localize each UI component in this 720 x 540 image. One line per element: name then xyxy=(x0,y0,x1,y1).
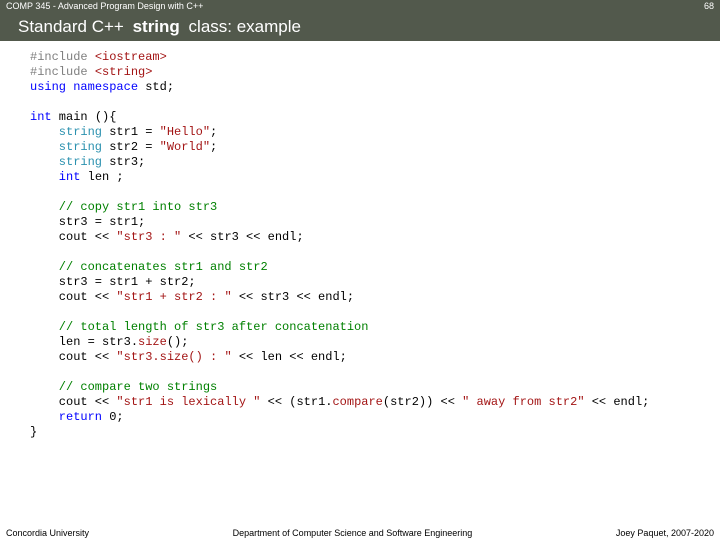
code-token: int xyxy=(30,170,80,184)
code-comment: // copy str1 into str3 xyxy=(30,200,217,214)
code-token: " away from str2" xyxy=(462,395,584,409)
code-token: len = str3. xyxy=(30,335,138,349)
footer: Concordia University Department of Compu… xyxy=(0,525,720,540)
code-token: size xyxy=(138,335,167,349)
code-token: "str3.size() : " xyxy=(116,350,231,364)
code-token: compare xyxy=(332,395,382,409)
code-token: 0; xyxy=(102,410,124,424)
code-token: namespace xyxy=(66,80,138,94)
code-token: str3 = str1 + str2; xyxy=(30,275,196,289)
title-pre: Standard C++ xyxy=(18,17,129,36)
code-token: cout << xyxy=(30,395,116,409)
footer-left: Concordia University xyxy=(6,528,89,538)
code-token: using xyxy=(30,80,66,94)
code-token: return xyxy=(30,410,102,424)
course-title: COMP 345 - Advanced Program Design with … xyxy=(6,0,203,13)
code-token: "Hello" xyxy=(160,125,210,139)
code-token: } xyxy=(30,425,37,439)
code-token: (); xyxy=(167,335,189,349)
code-token: cout << xyxy=(30,290,116,304)
code-token: << len << endl; xyxy=(232,350,347,364)
code-token: str3 = str1; xyxy=(30,215,145,229)
code-token: str2 = xyxy=(102,140,160,154)
code-token: "World" xyxy=(160,140,210,154)
code-token: "str1 is lexically " xyxy=(116,395,260,409)
code-token: <string> xyxy=(95,65,153,79)
code-comment: // total length of str3 after concatenat… xyxy=(30,320,368,334)
slide: COMP 345 - Advanced Program Design with … xyxy=(0,0,720,540)
code-token: #include xyxy=(30,65,95,79)
code-token: "str3 : " xyxy=(116,230,181,244)
code-token: str1 = xyxy=(102,125,160,139)
title-post: class: example xyxy=(184,17,301,36)
code-token: << endl; xyxy=(585,395,650,409)
code-token: cout << xyxy=(30,350,116,364)
code-token: ; xyxy=(210,140,217,154)
slide-title: Standard C++ string class: example xyxy=(18,17,301,37)
code-token: string xyxy=(30,155,102,169)
code-token: ; xyxy=(210,125,217,139)
code-token: << str3 << endl; xyxy=(181,230,303,244)
code-token: std; xyxy=(138,80,174,94)
code-token: << (str1. xyxy=(260,395,332,409)
code-comment: // compare two strings xyxy=(30,380,217,394)
code-token: main (){ xyxy=(52,110,117,124)
code-token: int xyxy=(30,110,52,124)
code-block: #include <iostream> #include <string> us… xyxy=(30,50,708,440)
footer-center: Department of Computer Science and Softw… xyxy=(233,528,473,538)
code-token: << str3 << endl; xyxy=(232,290,354,304)
code-token: len ; xyxy=(80,170,123,184)
code-token: <iostream> xyxy=(95,50,167,64)
code-token: #include xyxy=(30,50,95,64)
title-bar: Standard C++ string class: example xyxy=(0,13,720,41)
footer-right: Joey Paquet, 2007-2020 xyxy=(616,528,714,538)
code-token: "str1 + str2 : " xyxy=(116,290,231,304)
slide-number: 68 xyxy=(704,0,714,13)
code-area: #include <iostream> #include <string> us… xyxy=(30,50,708,520)
code-token: cout << xyxy=(30,230,116,244)
code-token: (str2)) << xyxy=(383,395,462,409)
code-comment: // concatenates str1 and str2 xyxy=(30,260,268,274)
course-header: COMP 345 - Advanced Program Design with … xyxy=(0,0,720,13)
code-token: str3; xyxy=(102,155,145,169)
code-token: string xyxy=(30,140,102,154)
code-token: string xyxy=(30,125,102,139)
title-bold: string xyxy=(133,17,180,36)
